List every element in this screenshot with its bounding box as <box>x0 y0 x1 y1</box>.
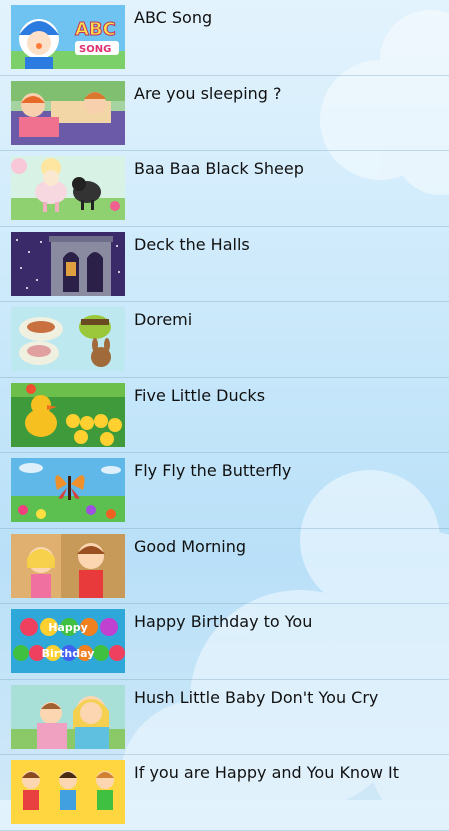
deck-the-halls-thumbnail <box>11 231 125 296</box>
song-title: If you are Happy and You Know It <box>134 763 400 782</box>
happy-balloon-text: Happy <box>48 621 88 634</box>
song-title: Doremi <box>134 310 193 329</box>
happy-birthday-thumbnail: Happy Birthday <box>11 609 125 673</box>
list-item[interactable]: Doremi <box>0 302 449 378</box>
song-title: Are you sleeping ? <box>134 83 282 103</box>
list-item[interactable]: ABC SONG ABC Song <box>0 0 449 76</box>
song-title: Fly Fly the Butterfly <box>134 461 292 480</box>
abc-song-thumbnail: ABC SONG <box>11 5 125 69</box>
baa-baa-black-sheep-thumbnail <box>11 156 125 220</box>
doremi-thumbnail <box>11 307 125 371</box>
song-title: Happy Birthday to You <box>134 612 313 631</box>
song-title: ABC Song <box>134 8 213 27</box>
five-little-ducks-thumbnail <box>11 382 125 447</box>
song-title: Hush Little Baby Don't You Cry <box>134 687 379 707</box>
list-item[interactable]: Deck the Halls <box>0 227 449 302</box>
abc-logo-subtext: SONG <box>79 44 111 55</box>
list-item[interactable]: Fly Fly the Butterfly <box>0 453 449 529</box>
birthday-balloon-text: Birthday <box>42 647 95 660</box>
abc-logo-text: ABC <box>75 19 116 40</box>
good-morning-thumbnail <box>11 533 125 598</box>
list-item[interactable]: Hush Little Baby Don't You Cry <box>0 680 449 755</box>
song-title: Good Morning <box>134 536 246 556</box>
are-you-sleeping-thumbnail <box>11 80 125 145</box>
song-list: ABC SONG ABC Song Are you sleeping ? Baa… <box>0 0 449 831</box>
fly-fly-the-butterfly-thumbnail <box>11 458 125 522</box>
list-item[interactable]: Happy Birthday Happy Birthday to You <box>0 604 449 680</box>
list-item[interactable]: Baa Baa Black Sheep <box>0 151 449 227</box>
list-item[interactable]: Are you sleeping ? <box>0 76 449 151</box>
list-item[interactable]: Five Little Ducks <box>0 378 449 453</box>
song-title: Five Little Ducks <box>134 385 266 405</box>
song-title: Deck the Halls <box>134 234 250 254</box>
list-item[interactable]: Good Morning <box>0 529 449 604</box>
if-you-are-happy-thumbnail <box>11 760 125 824</box>
hush-little-baby-thumbnail <box>11 684 125 749</box>
song-title: Baa Baa Black Sheep <box>134 159 304 178</box>
list-item[interactable]: If you are Happy and You Know It <box>0 755 449 831</box>
